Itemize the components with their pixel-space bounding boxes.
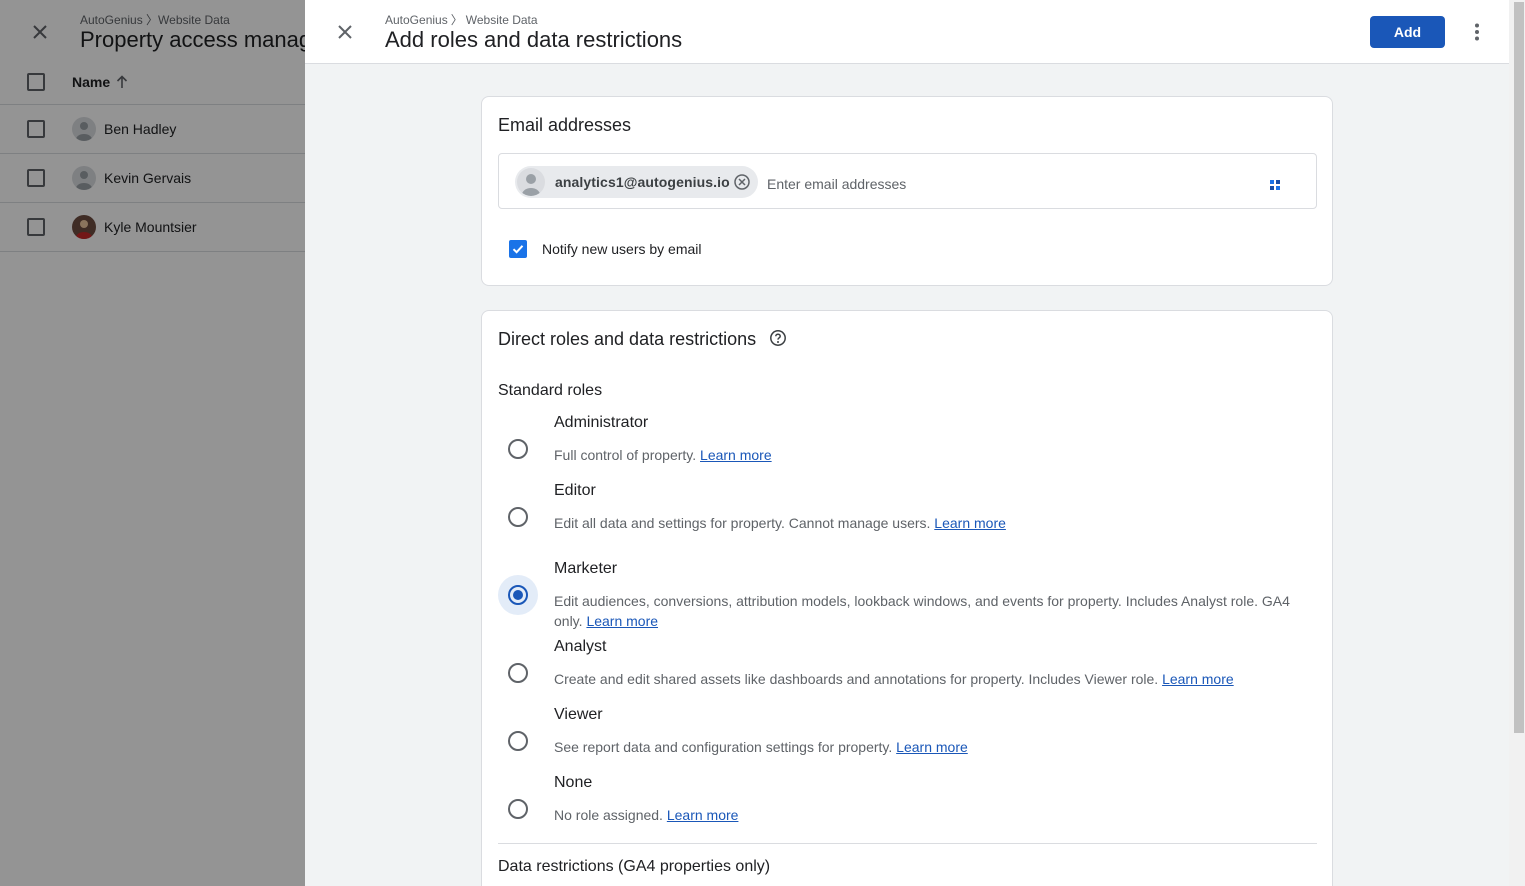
role-description: See report data and configuration settin… [554, 737, 1299, 757]
role-description-text: Edit audiences, conversions, attribution… [554, 593, 1290, 629]
role-description: Create and edit shared assets like dashb… [554, 669, 1299, 689]
learn-more-link[interactable]: Learn more [1162, 671, 1234, 687]
radio-administrator[interactable] [498, 429, 538, 469]
default-avatar-icon [517, 168, 545, 196]
learn-more-link[interactable]: Learn more [667, 807, 739, 823]
role-name: Administrator [554, 414, 649, 431]
section-divider [498, 843, 1317, 844]
chip-email-label: analytics1@autogenius.io [555, 174, 730, 190]
radio-circle [508, 731, 528, 751]
role-name: Analyst [554, 638, 607, 655]
role-description: Edit audiences, conversions, attribution… [554, 591, 1299, 631]
data-restrictions-title: Data restrictions (GA4 properties only) [498, 858, 771, 875]
roles-card: Direct roles and data restrictions Stand… [481, 310, 1333, 886]
breadcrumb-separator: 〉 [450, 13, 463, 27]
learn-more-link[interactable]: Learn more [896, 739, 968, 755]
remove-chip-icon[interactable] [733, 173, 751, 191]
role-name: None [554, 774, 593, 791]
role-name: Editor [554, 482, 596, 499]
email-chip[interactable]: analytics1@autogenius.io [515, 166, 758, 198]
role-description-text: Full control of property. [554, 447, 697, 463]
contacts-picker-icon[interactable] [1268, 178, 1282, 192]
roles-section-title: Direct roles and data restrictions [498, 329, 757, 349]
radio-none[interactable] [498, 789, 538, 829]
radio-analyst[interactable] [498, 653, 538, 693]
close-icon[interactable] [333, 20, 357, 44]
more-vert-icon[interactable] [1465, 20, 1489, 44]
learn-more-link[interactable]: Learn more [934, 515, 1006, 531]
help-icon[interactable] [769, 329, 787, 347]
email-input[interactable] [767, 172, 1247, 196]
email-field[interactable]: analytics1@autogenius.io [498, 153, 1317, 209]
radio-viewer[interactable] [498, 721, 538, 761]
role-name: Marketer [554, 560, 618, 577]
radio-circle [508, 507, 528, 527]
breadcrumb-property[interactable]: Website Data [466, 13, 538, 27]
radio-circle-checked [508, 585, 528, 605]
role-description: Full control of property. Learn more [554, 445, 1299, 465]
breadcrumb-account[interactable]: AutoGenius [385, 13, 448, 27]
role-description: No role assigned. Learn more [554, 805, 1299, 825]
email-section-title: Email addresses [498, 115, 632, 135]
breadcrumb: AutoGenius 〉 Website Data [385, 11, 538, 28]
learn-more-link[interactable]: Learn more [700, 447, 772, 463]
scrollbar-thumb[interactable] [1514, 2, 1524, 733]
role-description-text: See report data and configuration settin… [554, 739, 893, 755]
radio-circle [508, 439, 528, 459]
page-title: Add roles and data restrictions [385, 27, 683, 52]
role-description-text: Edit all data and settings for property.… [554, 515, 931, 531]
notify-label: Notify new users by email [542, 241, 702, 257]
radio-circle [508, 663, 528, 683]
role-description-text: No role assigned. [554, 807, 663, 823]
role-name: Viewer [554, 706, 603, 723]
notify-checkbox[interactable] [509, 240, 527, 258]
standard-roles-label: Standard roles [498, 382, 603, 399]
add-button[interactable]: Add [1370, 16, 1445, 48]
checkmark-icon [512, 245, 524, 254]
role-description: Edit all data and settings for property.… [554, 513, 1299, 533]
learn-more-link[interactable]: Learn more [586, 613, 658, 629]
email-addresses-card: Email addresses analytics1@autogenius.io… [481, 96, 1333, 286]
drawer-header: AutoGenius 〉 Website Data Add roles and da… [305, 0, 1509, 64]
radio-circle [508, 799, 528, 819]
role-description-text: Create and edit shared assets like dashb… [554, 671, 1159, 687]
radio-marketer[interactable] [498, 575, 538, 615]
radio-editor[interactable] [498, 497, 538, 537]
